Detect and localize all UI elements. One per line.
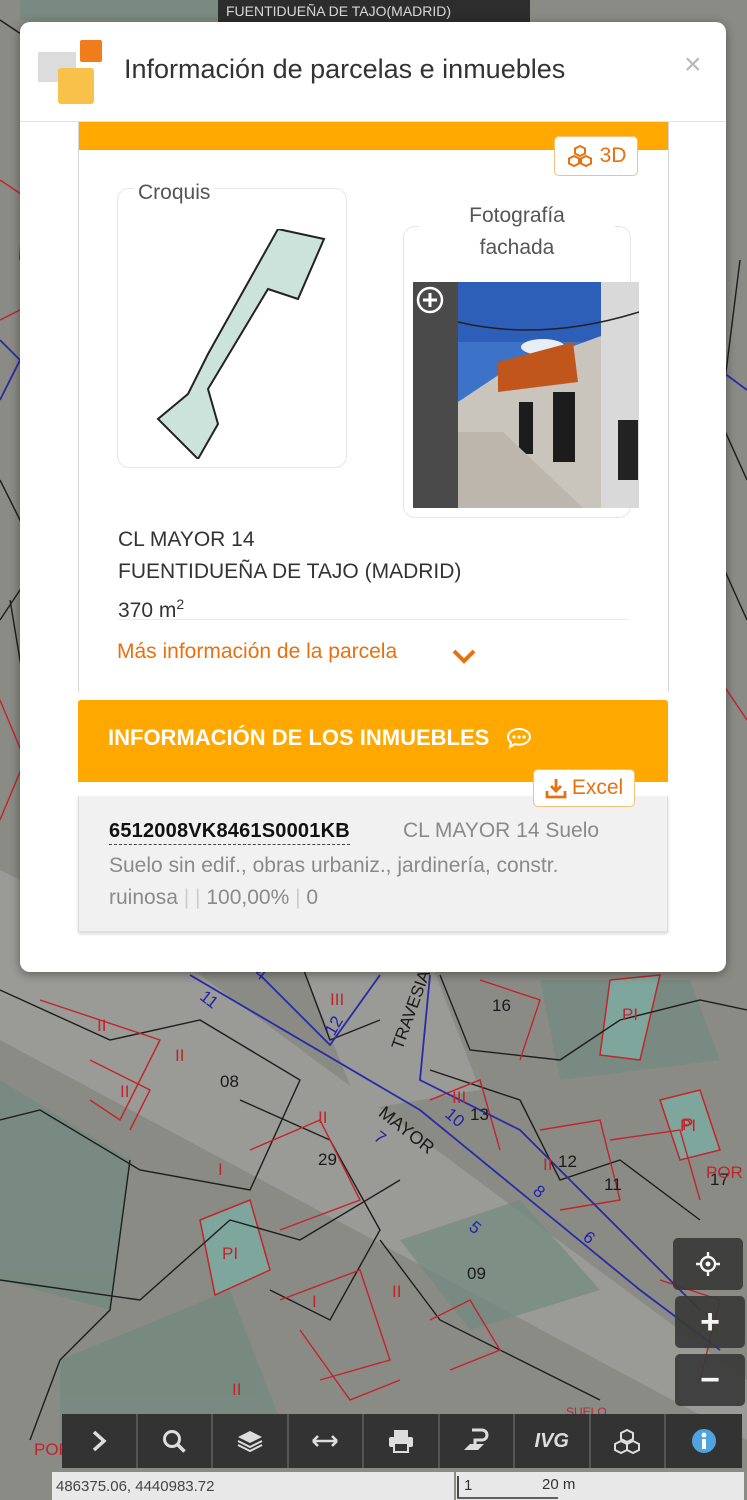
download-icon (545, 779, 567, 799)
parcel-code: PI (222, 1244, 239, 1263)
minus-icon: − (700, 1361, 720, 1399)
parcel-number: 13 (470, 1105, 489, 1124)
toolbar-3d-button[interactable] (591, 1414, 666, 1468)
parcel-code: II (175, 1046, 185, 1065)
zoom-in-button[interactable]: + (675, 1296, 745, 1348)
parcel-code: POR (706, 1163, 743, 1182)
3d-label: 3D (599, 144, 627, 167)
chevron-down-icon[interactable] (451, 648, 477, 664)
close-button[interactable]: × (684, 50, 702, 80)
toolbar-layers-button[interactable] (213, 1414, 289, 1468)
locate-button[interactable] (673, 1238, 743, 1290)
parcel-info-modal: Información de parcelas e inmuebles × 3D… (20, 22, 726, 972)
scale-label: 20 m (542, 1476, 576, 1493)
inmueble-row[interactable]: 6512008VK8461S0001KB CL MAYOR 14 Suelo S… (78, 796, 668, 932)
parcel-area: 370 m2 (118, 588, 461, 627)
parcel-code: II (232, 1380, 242, 1399)
parcel-number: 11 (604, 1175, 622, 1194)
coordinates-readout: 486375.06, 4440983.72 (52, 1472, 454, 1500)
search-icon (163, 1430, 186, 1453)
toolbar-parcel-button[interactable] (440, 1414, 515, 1468)
inmueble-address: CL MAYOR 14 Suelo (403, 819, 600, 842)
scale-tick: 1 (464, 1477, 473, 1494)
parcel-code: II (543, 1155, 553, 1174)
address-street: CL MAYOR 14 (118, 528, 255, 551)
parcel-code: II (120, 1082, 130, 1101)
croquis-panel[interactable]: Croquis (117, 181, 347, 468)
layers-icon (237, 1431, 263, 1453)
excel-export-button[interactable]: Excel (533, 769, 635, 807)
scale-ruler (457, 1476, 558, 1499)
chevron-right-icon (92, 1430, 107, 1452)
parcel-number: 12 (558, 1152, 577, 1171)
parcel-number: 08 (220, 1072, 239, 1091)
facade-label-line1: Fotografía (469, 204, 565, 227)
print-icon (388, 1430, 413, 1453)
parcel-icon (464, 1428, 489, 1450)
cadastral-reference-link[interactable]: 6512008VK8461S0001KB (109, 818, 350, 845)
parcel-code: PI (680, 1116, 697, 1135)
facade-photo[interactable] (413, 282, 639, 508)
scale-bar: 1 20 m (456, 1472, 744, 1500)
parcel-number: 16 (492, 996, 511, 1015)
parcel-code: II (392, 1282, 402, 1301)
ivg-label: IVG (534, 1429, 569, 1452)
toolbar-measure-button[interactable] (289, 1414, 364, 1468)
toolbar-expand-button[interactable] (62, 1414, 138, 1468)
modal-header: Información de parcelas e inmuebles × (20, 22, 726, 122)
parcel-code: II (318, 1108, 328, 1127)
zoom-out-button[interactable]: − (675, 1354, 745, 1406)
toolbar-info-button[interactable] (666, 1414, 742, 1468)
inmueble-description: Suelo sin edif., obras urbaniz., jardine… (109, 854, 559, 909)
parcel-code: PI (622, 1005, 639, 1024)
plus-icon: + (700, 1303, 720, 1341)
comment-icon[interactable] (506, 727, 532, 749)
catastro-logo (38, 40, 102, 104)
3d-view-button[interactable]: 3D (554, 136, 638, 176)
zoom-plus-icon[interactable] (416, 286, 444, 314)
inmuebles-title: INFORMACIÓN DE LOS INMUEBLES (108, 725, 490, 750)
more-parcel-info-link[interactable]: Más información de la parcela (117, 640, 397, 664)
croquis-label: Croquis (134, 181, 215, 205)
toolbar-print-button[interactable] (364, 1414, 440, 1468)
parcel-number: 09 (467, 1264, 486, 1283)
cubes-icon (614, 1428, 641, 1454)
address-municipality: FUENTIDUEÑA DE TAJO (MADRID) (118, 560, 462, 583)
toolbar-search-button[interactable] (138, 1414, 213, 1468)
parcel-code: I (312, 1292, 317, 1311)
cubes-icon (567, 145, 592, 167)
parcel-number: 29 (318, 1150, 337, 1169)
info-icon (691, 1429, 716, 1453)
inmueble-participation: 100,00% (206, 886, 290, 909)
map-toolbar: IVG (62, 1414, 742, 1468)
parcel-code: III (330, 990, 345, 1009)
crosshair-icon (696, 1252, 720, 1276)
parcel-card: 3D Croquis Fotografía fachada CL MAYOR 1… (78, 122, 669, 692)
measure-icon (312, 1435, 339, 1447)
facade-label-line2: fachada (479, 236, 555, 259)
toolbar-ivg-button[interactable]: IVG (515, 1414, 591, 1468)
divider (117, 619, 629, 620)
area-unit-sup: 2 (176, 596, 185, 612)
parcel-address: CL MAYOR 14 FUENTIDUEÑA DE TAJO (MADRID)… (118, 524, 461, 627)
parcel-code: I (218, 1160, 223, 1179)
inmueble-surface: 0 (306, 886, 319, 909)
municipality-banner: FUENTIDUEÑA DE TAJO(MADRID) (218, 0, 530, 22)
parcel-code: II (97, 1016, 107, 1035)
excel-label: Excel (571, 776, 624, 799)
parcel-sketch (156, 229, 326, 459)
facade-label: Fotografía fachada (419, 200, 615, 264)
modal-title: Información de parcelas e inmuebles (124, 54, 566, 84)
inmueble-use: Suelo sin edif., obras urbaniz., jardine… (109, 854, 559, 909)
